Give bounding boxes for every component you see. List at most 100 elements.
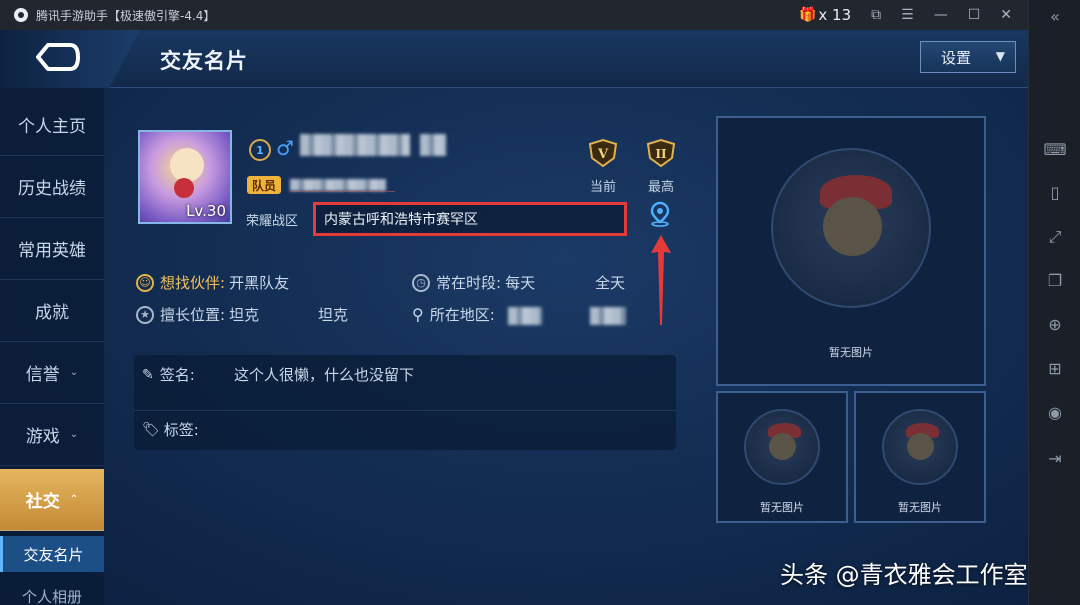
placeholder-portrait: [744, 409, 820, 485]
gallery-slot[interactable]: 暂无图片: [854, 391, 986, 523]
signature-row: ✎ 签名:: [142, 364, 195, 385]
sidebar-item-heroes[interactable]: 常用英雄: [0, 218, 104, 280]
sidebar-sub-album[interactable]: 个人相册: [0, 578, 104, 605]
fullscreen-icon[interactable]: ⤢: [1043, 225, 1067, 249]
position-value: 坦克: [229, 306, 260, 324]
blurred-area-extra: [590, 307, 626, 325]
map-pin-icon: ⚲: [412, 305, 424, 324]
partner-row: ☺ 想找伙伴: 开黑队友: [136, 272, 289, 293]
window-title: 腾讯手游助手【极速傲引擎-4.4】: [36, 8, 216, 23]
sidebar-item-label: 信誉: [25, 365, 60, 385]
rank-badge-icon: 1: [249, 139, 271, 161]
divider: [134, 410, 676, 411]
avatar[interactable]: Lv.30: [138, 130, 232, 224]
gift-button[interactable]: 🎁 x 13: [799, 6, 851, 24]
no-image-label: 暂无图片: [829, 346, 873, 359]
time-value: 每天: [505, 274, 536, 292]
sidebar-item-label: 历史战绩: [18, 179, 86, 199]
placeholder-portrait: [771, 148, 931, 308]
gallery-slot[interactable]: 暂无图片: [716, 391, 848, 523]
minimize-icon[interactable]: —: [934, 7, 948, 23]
sidebar-item-game[interactable]: 游戏 ⌄: [0, 404, 104, 466]
gallery-main-slot[interactable]: 暂无图片: [716, 116, 986, 386]
locate-icon[interactable]: ⊕: [1043, 312, 1067, 336]
gift-icon: 🎁: [798, 7, 817, 23]
region-value: 内蒙古呼和浩特市赛罕区: [324, 212, 478, 228]
close-icon[interactable]: ✕: [1000, 7, 1012, 23]
back-button-area[interactable]: [0, 30, 140, 88]
time-label: 常在时段:: [436, 274, 502, 292]
location-pin-icon[interactable]: [649, 201, 671, 227]
team-tag: 队员: [247, 176, 281, 194]
rank-shield-icon: II: [646, 138, 676, 168]
sidebar-item-history[interactable]: 历史战绩: [0, 156, 104, 218]
sidebar-item-label: 个人主页: [18, 117, 86, 137]
sidebar-item-label: 游戏: [25, 427, 60, 447]
blurred-area-value: [508, 307, 542, 325]
blurred-nickname-extra: [420, 134, 446, 156]
area-label: 所在地区:: [429, 306, 495, 324]
level-label: Lv.30: [186, 202, 226, 220]
collapse-rail-icon[interactable]: «: [1043, 4, 1067, 28]
position-row: ★ 擅长位置: 坦克: [136, 304, 259, 325]
region-field[interactable]: 内蒙古呼和浩特市赛罕区: [313, 202, 627, 236]
male-icon: ♂: [276, 136, 294, 160]
screenshot-icon[interactable]: ⊞: [1043, 356, 1067, 380]
settings-dropdown[interactable]: 设置 ▼: [920, 41, 1016, 73]
signature-label: 签名:: [159, 366, 195, 384]
record-icon[interactable]: ◉: [1043, 400, 1067, 424]
position-label: 擅长位置:: [160, 306, 226, 324]
rank-current-label: 当前: [589, 180, 616, 195]
time-row: ◷ 常在时段: 每天: [412, 272, 535, 293]
sidebar-item-credit[interactable]: 信誉 ⌄: [0, 342, 104, 404]
emulator-tool-rail: « ⌨ ▯ ⤢ ❐ ⊕ ⊞ ◉ ⇥: [1028, 0, 1080, 605]
star-icon: ★: [136, 305, 154, 324]
sidebar-item-label: 成就: [35, 303, 69, 323]
chevron-down-icon: ▼: [995, 49, 1005, 63]
region-label: 荣耀战区: [246, 214, 299, 229]
page-title: 交友名片: [160, 49, 248, 73]
sidebar-item-social[interactable]: 社交 ⌃: [0, 469, 104, 531]
team-underline: [290, 191, 395, 192]
portrait-head: [769, 432, 797, 460]
settings-label: 设置: [941, 48, 972, 67]
exit-icon[interactable]: ⇥: [1043, 446, 1067, 470]
signature-value: 这个人很懒，什么也没留下: [234, 366, 415, 384]
sidebar-item-label: 社交: [25, 492, 60, 512]
shake-icon[interactable]: ▯: [1043, 180, 1067, 204]
avatar-face: [170, 148, 204, 182]
rank-best[interactable]: II 最高: [641, 138, 681, 195]
partner-icon: ☺: [136, 273, 154, 292]
portrait-head: [907, 432, 935, 460]
chevron-up-icon: ⌃: [69, 494, 79, 505]
gift-count: x 13: [818, 6, 852, 24]
popout-icon[interactable]: ⧉: [871, 7, 881, 23]
menu-icon[interactable]: ☰: [901, 7, 914, 23]
chevron-down-icon: ⌄: [69, 429, 79, 440]
area-row: ⚲ 所在地区:: [412, 304, 495, 325]
avatar-rose: [174, 178, 194, 198]
placeholder-portrait: [882, 409, 958, 485]
tags-label: 标签:: [163, 421, 199, 439]
clock-icon: ◷: [412, 273, 430, 292]
blurred-team-name: [290, 179, 386, 191]
tag-icon: 🏷: [142, 421, 160, 438]
sidebar-sub-label: 个人相册: [21, 587, 82, 605]
pencil-icon: ✎: [142, 366, 154, 383]
blurred-nickname: [300, 134, 410, 156]
partner-value: 开黑队友: [229, 274, 290, 292]
sidebar-sub-friend-card[interactable]: 交友名片: [0, 536, 104, 572]
sidebar-item-achievements[interactable]: 成就: [0, 280, 104, 342]
back-arrow-icon[interactable]: [36, 42, 80, 72]
rank-current[interactable]: V 当前: [583, 138, 623, 195]
multi-window-icon[interactable]: ❐: [1043, 268, 1067, 292]
no-image-label: 暂无图片: [760, 501, 804, 514]
keyboard-icon[interactable]: ⌨: [1043, 137, 1067, 161]
game-screen: 交友名片 设置 ▼ 个人主页 历史战绩 常用英雄 成就 信誉 ⌄ 游戏 ⌄ 社交 ⌃ …: [0, 30, 1028, 605]
maximize-icon[interactable]: ☐: [968, 7, 981, 23]
sidebar: 个人主页 历史战绩 常用英雄 成就 信誉 ⌄ 游戏 ⌄ 社交 ⌃ 交友名片 个人相册: [0, 88, 104, 605]
emulator-titlebar: 腾讯手游助手【极速傲引擎-4.4】 🎁 x 13 ⧉ ☰ — ☐ ✕: [0, 0, 1028, 30]
tags-row: 🏷 标签:: [142, 419, 199, 440]
time-extra: 全天: [595, 274, 626, 292]
sidebar-item-profile[interactable]: 个人主页: [0, 94, 104, 156]
